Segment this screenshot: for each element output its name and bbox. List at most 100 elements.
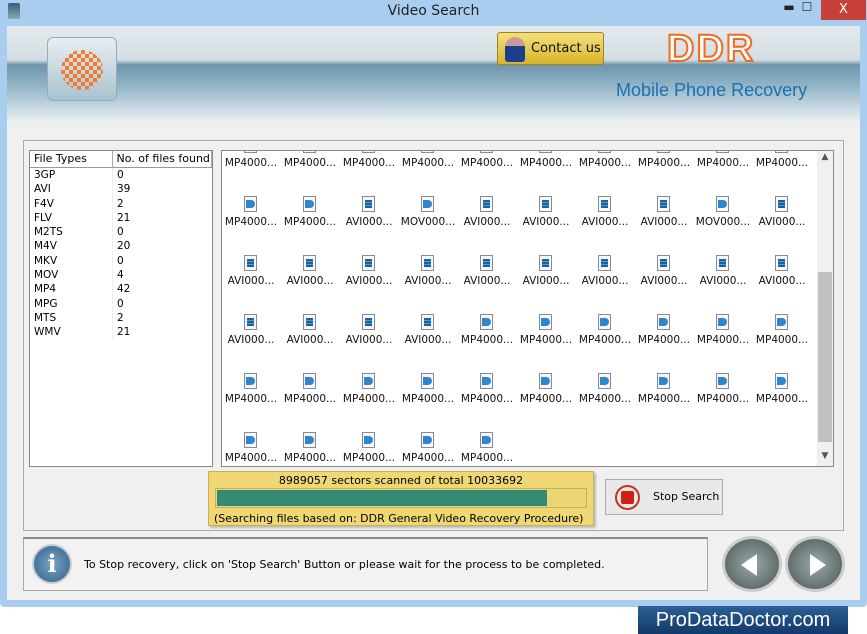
file-item[interactable]: MP4000... [576, 305, 634, 346]
file-item[interactable]: MOV000... [694, 187, 752, 228]
scroll-down-arrow-icon[interactable]: ▼ [817, 451, 833, 465]
file-item[interactable]: MP4000... [222, 187, 280, 228]
video-file-icon [303, 314, 316, 330]
media-file-icon [303, 196, 316, 212]
file-item[interactable]: MP4000... [753, 151, 811, 169]
file-name: AVI000... [581, 275, 629, 287]
file-name: MP4000... [460, 393, 514, 405]
file-item[interactable]: MP4000... [635, 151, 693, 169]
file-item[interactable]: MP4000... [281, 364, 339, 405]
file-item[interactable]: MP4000... [222, 423, 280, 464]
file-item[interactable]: AVI000... [281, 246, 339, 287]
scrollbar-thumb[interactable] [818, 272, 832, 442]
file-type-row[interactable]: M2TS 0 [30, 225, 212, 240]
footer-brand[interactable]: ProDataDoctor.com [638, 606, 848, 634]
file-item[interactable]: MOV000... [399, 187, 457, 228]
file-item[interactable]: AVI000... [340, 246, 398, 287]
file-item[interactable]: AVI000... [753, 246, 811, 287]
person-icon [505, 37, 525, 62]
file-name: MP4000... [342, 393, 396, 405]
file-item[interactable]: AVI000... [694, 246, 752, 287]
file-name: MP4000... [401, 157, 455, 169]
file-item[interactable]: MP4000... [635, 364, 693, 405]
file-item[interactable]: MP4000... [694, 151, 752, 169]
file-type-row[interactable]: MOV 4 [30, 268, 212, 283]
file-item[interactable]: MP4000... [458, 305, 516, 346]
file-item[interactable]: AVI000... [222, 305, 280, 346]
file-item[interactable]: AVI000... [399, 246, 457, 287]
file-name: MP4000... [696, 157, 750, 169]
media-file-icon [716, 196, 729, 212]
file-type-row[interactable]: MPG 0 [30, 296, 212, 311]
file-item[interactable]: MP4000... [281, 151, 339, 169]
file-item[interactable]: AVI000... [635, 246, 693, 287]
file-type-row[interactable]: 3GP 0 [30, 168, 212, 183]
file-item[interactable]: MP4000... [517, 151, 575, 169]
file-item[interactable]: AVI000... [576, 246, 634, 287]
file-type-row[interactable]: MTS 2 [30, 310, 212, 326]
maximize-button[interactable]: ☐ [794, 0, 820, 20]
file-item[interactable]: MP4000... [340, 151, 398, 169]
file-item[interactable]: MP4000... [340, 364, 398, 405]
close-button[interactable]: X [821, 0, 866, 20]
file-item[interactable]: MP4000... [458, 423, 516, 464]
file-item[interactable]: MP4000... [458, 151, 516, 169]
contact-us-button[interactable]: Contact us [497, 32, 604, 65]
file-item[interactable]: MP4000... [694, 305, 752, 346]
file-item[interactable]: AVI000... [517, 187, 575, 228]
file-item[interactable]: MP4000... [694, 364, 752, 405]
next-button[interactable] [785, 536, 845, 592]
file-item[interactable]: MP4000... [576, 151, 634, 169]
file-item[interactable]: MP4000... [517, 364, 575, 405]
files-found-count: 2 [117, 311, 124, 324]
column-header-file-types[interactable]: File Types [30, 151, 113, 167]
file-item[interactable]: AVI000... [340, 187, 398, 228]
scroll-up-arrow-icon[interactable]: ▲ [817, 152, 833, 166]
file-item[interactable]: MP4000... [517, 305, 575, 346]
files-found-count: 21 [117, 211, 131, 224]
file-item[interactable]: MP4000... [281, 187, 339, 228]
file-type: 3GP [30, 168, 113, 183]
file-item[interactable]: AVI000... [340, 305, 398, 346]
file-item[interactable]: AVI000... [753, 187, 811, 228]
file-type-row[interactable]: MP4 42 [30, 282, 212, 297]
window-title: Video Search [387, 3, 480, 19]
file-item[interactable]: MP4000... [753, 305, 811, 346]
file-item[interactable]: MP4000... [340, 423, 398, 464]
file-item[interactable]: AVI000... [281, 305, 339, 346]
file-type-row[interactable]: AVI 39 [30, 182, 212, 197]
file-item[interactable]: MP4000... [222, 151, 280, 169]
file-item[interactable]: MP4000... [576, 364, 634, 405]
file-type-row[interactable]: F4V 2 [30, 196, 212, 211]
file-item[interactable]: AVI000... [517, 246, 575, 287]
file-item[interactable]: MP4000... [399, 423, 457, 464]
media-file-icon [775, 151, 788, 153]
file-name: AVI000... [227, 275, 275, 287]
file-item[interactable]: MP4000... [753, 364, 811, 405]
media-file-icon [421, 373, 434, 389]
status-message: To Stop recovery, click on 'Stop Search'… [84, 558, 605, 571]
file-item[interactable]: MP4000... [222, 364, 280, 405]
file-item[interactable]: AVI000... [458, 246, 516, 287]
file-type-row[interactable]: MKV 0 [30, 253, 212, 269]
file-type-row[interactable]: M4V 20 [30, 239, 212, 254]
file-item[interactable]: MP4000... [399, 151, 457, 169]
stop-search-button[interactable]: Stop Search [605, 479, 723, 515]
file-item[interactable]: MP4000... [635, 305, 693, 346]
file-item[interactable]: MP4000... [458, 364, 516, 405]
file-name: MP4000... [283, 452, 337, 464]
media-file-icon [480, 314, 493, 330]
file-types-table: File Types No. of files found 3GP 0 AVI 39 F4… [29, 150, 213, 467]
file-item[interactable]: AVI000... [635, 187, 693, 228]
file-item[interactable]: AVI000... [222, 246, 280, 287]
file-item[interactable]: MP4000... [399, 364, 457, 405]
file-item[interactable]: AVI000... [576, 187, 634, 228]
file-item[interactable]: MP4000... [281, 423, 339, 464]
file-type-row[interactable]: FLV 21 [30, 210, 212, 226]
back-button[interactable] [722, 536, 782, 592]
file-type-row[interactable]: WMV 21 [30, 325, 212, 340]
file-item[interactable]: AVI000... [458, 187, 516, 228]
column-header-files-found[interactable]: No. of files found [113, 151, 212, 167]
media-file-icon [775, 314, 788, 330]
file-item[interactable]: AVI000... [399, 305, 457, 346]
